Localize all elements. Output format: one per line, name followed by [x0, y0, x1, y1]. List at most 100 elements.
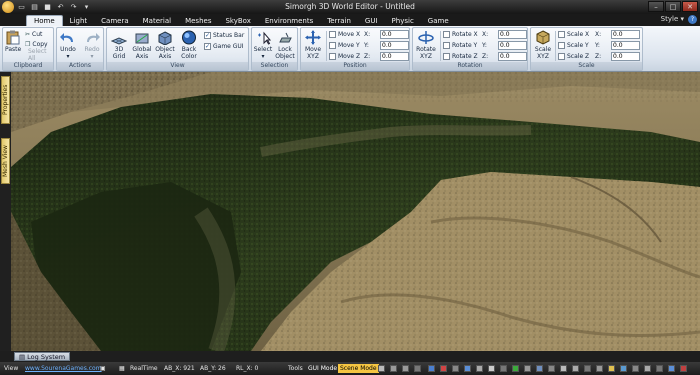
scale-z-checkbox[interactable]	[558, 53, 565, 60]
save-icon[interactable]: ■	[42, 2, 53, 12]
color-tool-red-icon[interactable]	[440, 365, 447, 372]
tool-lock-icon[interactable]	[596, 365, 603, 372]
tool-green-icon[interactable]	[512, 365, 519, 372]
color-tool-blue-icon[interactable]	[428, 365, 435, 372]
scene-mode-button[interactable]: Scene Mode	[338, 364, 379, 373]
cut-button[interactable]: ✂ Cut	[25, 30, 42, 39]
scale-y-toggle[interactable]: Scale Y	[558, 41, 589, 50]
move-z-checkbox[interactable]	[329, 53, 336, 60]
rotate-y-toggle[interactable]: Rotate Y	[443, 41, 477, 50]
tab-home[interactable]: Home	[26, 15, 63, 26]
status-bar-toggle[interactable]: ✓ Status Bar	[204, 31, 244, 40]
tab-terrain[interactable]: Terrain	[320, 15, 358, 26]
quick-undo-icon[interactable]: ↶	[55, 2, 66, 12]
scale-y-checkbox[interactable]	[558, 42, 565, 49]
tool-sound-icon[interactable]	[644, 365, 651, 372]
gui-mode-button[interactable]: GUI Mode	[306, 364, 339, 373]
global-axis-button[interactable]: Global Axis	[132, 30, 152, 60]
lock-object-button[interactable]: Lock Object	[274, 30, 296, 60]
open-folder-icon[interactable]: ▤	[29, 2, 40, 12]
tool-light-icon[interactable]	[608, 365, 615, 372]
tool-frame-icon[interactable]	[452, 365, 459, 372]
tab-physic[interactable]: Physic	[385, 15, 421, 26]
redo-button[interactable]: Redo ▾	[84, 30, 100, 60]
quick-redo-icon[interactable]: ↷	[68, 2, 79, 12]
undo-dropdown-icon[interactable]: ▾	[66, 53, 69, 60]
tab-meshes[interactable]: Meshes	[178, 15, 218, 26]
position-y-input[interactable]: 0.0	[380, 41, 409, 50]
scale-z-input[interactable]: 0.0	[611, 52, 640, 61]
object-axis-button[interactable]: Object Axis	[155, 30, 175, 60]
tool-select-icon[interactable]	[560, 365, 567, 372]
move-y-checkbox[interactable]	[329, 42, 336, 49]
tool-info-icon[interactable]	[668, 365, 675, 372]
rotate-z-checkbox[interactable]	[443, 53, 450, 60]
rotation-x-input[interactable]: 0.0	[498, 30, 527, 39]
tool-camera-icon[interactable]	[632, 365, 639, 372]
mesh-view-tab[interactable]: Mesh View	[1, 138, 10, 184]
maximize-button[interactable]: □	[665, 1, 681, 12]
website-link[interactable]: www.SourenaGames.com	[25, 365, 102, 372]
move-tool-icon[interactable]	[390, 365, 397, 372]
scale-x-checkbox[interactable]	[558, 31, 565, 38]
tool-settings-icon[interactable]	[656, 365, 663, 372]
game-gui-checkbox[interactable]: ✓	[204, 43, 211, 50]
tool-frame2-icon[interactable]	[548, 365, 555, 372]
camera-icon[interactable]: ▣	[100, 365, 106, 372]
move-y-toggle[interactable]: Move Y	[329, 41, 360, 50]
tool-grid-icon[interactable]	[536, 365, 543, 372]
3d-grid-button[interactable]: 3D Grid	[110, 30, 128, 60]
tab-gui[interactable]: GUI	[358, 15, 385, 26]
properties-tab[interactable]: Properties	[1, 76, 10, 124]
pointer-tool-icon[interactable]	[378, 365, 385, 372]
move-x-checkbox[interactable]	[329, 31, 336, 38]
rotation-y-input[interactable]: 0.0	[498, 41, 527, 50]
scale-y-input[interactable]: 0.0	[611, 41, 640, 50]
scene-viewport[interactable]	[11, 72, 700, 351]
position-x-input[interactable]: 0.0	[380, 30, 409, 39]
pan-tool-icon[interactable]	[414, 365, 421, 372]
select-all-button[interactable]: Select All	[28, 48, 53, 62]
rotation-z-input[interactable]: 0.0	[498, 52, 527, 61]
customize-toolbar-icon[interactable]: ▾	[81, 2, 92, 12]
tool-delete-icon[interactable]	[680, 365, 687, 372]
tab-game[interactable]: Game	[421, 15, 456, 26]
style-menu[interactable]: Style ▾	[661, 15, 684, 23]
tool-gear-icon[interactable]	[500, 365, 507, 372]
tool-image-icon[interactable]	[524, 365, 531, 372]
tool-panel-icon[interactable]	[476, 365, 483, 372]
scale-x-input[interactable]: 0.0	[611, 30, 640, 39]
app-menu-button[interactable]	[2, 1, 14, 13]
rotate-x-checkbox[interactable]	[443, 31, 450, 38]
rotate-z-toggle[interactable]: Rotate Z	[443, 52, 478, 61]
rotate-y-checkbox[interactable]	[443, 42, 450, 49]
log-system-tab[interactable]: ▤ Log System	[14, 352, 71, 361]
status-bar-checkbox[interactable]: ✓	[204, 32, 211, 39]
rotate-x-toggle[interactable]: Rotate X	[443, 30, 478, 39]
position-z-input[interactable]: 0.0	[380, 52, 409, 61]
undo-button[interactable]: Undo ▾	[60, 30, 76, 60]
tool-line-icon[interactable]	[584, 365, 591, 372]
tool-sphere-icon[interactable]	[620, 365, 627, 372]
tab-camera[interactable]: Camera	[94, 15, 135, 26]
minimize-button[interactable]: –	[648, 1, 664, 12]
select-dropdown-icon[interactable]: ▾	[261, 53, 264, 60]
tab-light[interactable]: Light	[63, 15, 94, 26]
paste-button[interactable]: Paste	[5, 30, 21, 53]
scale-x-toggle[interactable]: Scale X	[558, 30, 589, 39]
tool-text-icon[interactable]	[572, 365, 579, 372]
tab-skybox[interactable]: SkyBox	[218, 15, 257, 26]
select-button[interactable]: Select ▾	[254, 30, 272, 60]
close-button[interactable]: ✕	[682, 1, 698, 12]
tab-environments[interactable]: Environments	[258, 15, 320, 26]
move-x-toggle[interactable]: Move X	[329, 30, 360, 39]
terrain-render[interactable]	[11, 72, 700, 351]
tool-box-icon[interactable]	[488, 365, 495, 372]
help-icon[interactable]: ?	[688, 15, 697, 24]
tool-window-icon[interactable]	[464, 365, 471, 372]
game-gui-toggle[interactable]: ✓ Game GUI	[204, 42, 244, 51]
tab-material[interactable]: Material	[136, 15, 178, 26]
zoom-tool-icon[interactable]	[402, 365, 409, 372]
redo-dropdown-icon[interactable]: ▾	[90, 53, 93, 60]
move-z-toggle[interactable]: Move Z	[329, 52, 360, 61]
